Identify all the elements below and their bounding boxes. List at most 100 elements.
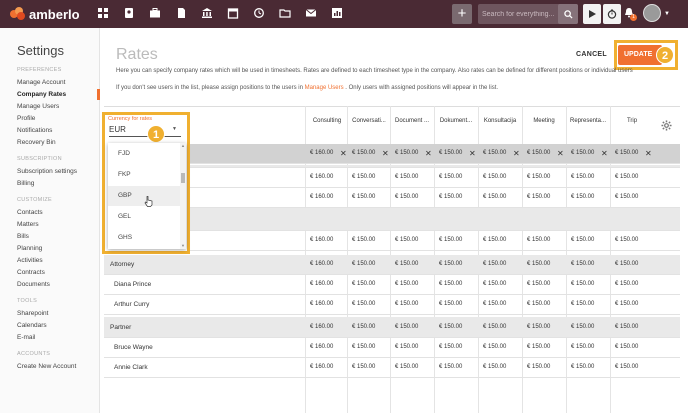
rate-cell[interactable]: € 150.00 <box>347 281 389 287</box>
scrollbar-track[interactable] <box>180 143 186 249</box>
sidebar-item-notifications[interactable]: Notifications <box>17 127 52 134</box>
folder-icon[interactable] <box>278 6 292 20</box>
sidebar-item-billing[interactable]: Billing <box>17 180 34 187</box>
rate-cell[interactable]: € 150.00 <box>610 237 652 243</box>
rate-cell[interactable]: € 150.00 <box>434 261 476 267</box>
rate-cell[interactable]: € 150.00 <box>390 301 432 307</box>
rate-cell[interactable]: € 150.00 <box>566 237 608 243</box>
rate-cell[interactable]: € 150.00 <box>610 194 652 200</box>
rate-cell[interactable]: € 150.00 <box>566 261 608 267</box>
currency-option[interactable]: GEL <box>118 213 131 220</box>
matters-icon[interactable] <box>148 6 162 20</box>
rate-cell[interactable]: € 160.00 <box>305 261 347 267</box>
rate-cell[interactable]: € 150.00 <box>434 194 476 200</box>
column-header[interactable]: Conversati... <box>348 118 390 124</box>
rate-cell[interactable]: € 150.00 <box>522 237 564 243</box>
rate-cell[interactable]: € 150.00 <box>390 364 432 370</box>
sidebar-item-documents[interactable]: Documents <box>17 281 50 288</box>
rate-cell[interactable]: € 150.00 <box>478 261 520 267</box>
rate-cell[interactable]: € 150.00 <box>566 324 608 330</box>
search-icon[interactable] <box>558 4 578 24</box>
rate-cell[interactable]: € 150.00 <box>390 237 432 243</box>
sidebar-item-contracts[interactable]: Contracts <box>17 269 45 276</box>
rate-cell[interactable]: € 150.00 <box>347 301 389 307</box>
rate-cell[interactable]: € 150.00 <box>610 174 652 180</box>
sidebar-item-subscription-settings[interactable]: Subscription settings <box>17 168 77 175</box>
rate-cell[interactable]: € 150.00 <box>478 281 520 287</box>
rate-cell[interactable]: € 150.00 <box>478 344 520 350</box>
currency-option[interactable]: GBP <box>118 192 132 199</box>
rate-cell[interactable]: € 150.00 <box>566 174 608 180</box>
rate-cell[interactable]: € 150.00 <box>478 364 520 370</box>
sidebar-item-sharepoint[interactable]: Sharepoint <box>17 310 48 317</box>
rate-cell[interactable]: € 150.00 <box>347 174 389 180</box>
rate-cell[interactable]: € 160.00 <box>305 364 347 370</box>
rate-cell[interactable]: € 150.00 <box>610 344 652 350</box>
rate-cell[interactable]: € 150.00 <box>434 281 476 287</box>
rate-cell[interactable]: € 150.00 <box>610 261 652 267</box>
rate-cell[interactable]: € 160.00 <box>305 237 347 243</box>
rate-cell[interactable]: € 150.00 <box>390 281 432 287</box>
rate-cell[interactable]: € 150.00 <box>566 194 608 200</box>
scroll-up-icon[interactable]: ▲ <box>181 143 185 148</box>
column-header[interactable]: Meeting <box>523 118 565 124</box>
search-input[interactable] <box>482 7 556 21</box>
rate-cell[interactable]: € 150.00 <box>478 324 520 330</box>
brand-logo[interactable]: amberlo <box>10 7 80 22</box>
sidebar-item-bills[interactable]: Bills <box>17 233 29 240</box>
sidebar-item-profile[interactable]: Profile <box>17 115 35 122</box>
remove-rate-icon[interactable]: ✕ <box>382 149 389 158</box>
dropdown-caret-icon[interactable]: ▼ <box>172 126 177 132</box>
rate-cell[interactable]: € 150.00 <box>347 364 389 370</box>
sidebar-item-planning[interactable]: Planning <box>17 245 42 252</box>
currency-option[interactable]: GHS <box>118 234 132 241</box>
rate-cell[interactable]: € 150.00 <box>347 344 389 350</box>
rate-cell[interactable]: € 150.00 <box>566 281 608 287</box>
rate-cell[interactable]: € 160.00 <box>305 174 347 180</box>
rate-cell[interactable]: € 150.00 <box>566 301 608 307</box>
rate-cell[interactable]: € 150.00 <box>522 261 564 267</box>
rate-cell[interactable]: € 150.00 <box>522 324 564 330</box>
sidebar-item-manage-users[interactable]: Manage Users <box>17 103 59 110</box>
remove-rate-icon[interactable]: ✕ <box>601 149 608 158</box>
chevron-down-icon[interactable]: ▼ <box>664 11 670 17</box>
remove-rate-icon[interactable]: ✕ <box>513 149 520 158</box>
rate-cell[interactable]: € 150.00 <box>434 324 476 330</box>
sidebar-item-create-new-account[interactable]: Create New Account <box>17 363 76 370</box>
stopwatch-icon[interactable] <box>603 4 621 24</box>
rate-cell[interactable]: € 160.00 <box>305 344 347 350</box>
rate-cell[interactable]: € 150.00 <box>390 324 432 330</box>
documents-icon[interactable] <box>174 6 188 20</box>
rate-cell[interactable]: € 150.00 <box>610 364 652 370</box>
rate-cell[interactable]: € 150.00 <box>478 237 520 243</box>
sidebar-item-contacts[interactable]: Contacts <box>17 209 43 216</box>
remove-rate-icon[interactable]: ✕ <box>645 149 652 158</box>
reports-icon[interactable] <box>330 6 344 20</box>
rate-cell[interactable]: € 150.00 <box>522 281 564 287</box>
rate-cell[interactable]: € 150.00 <box>347 237 389 243</box>
column-header[interactable]: Konsultacija <box>479 118 521 124</box>
calendar-icon[interactable] <box>226 6 240 20</box>
sidebar-item-matters[interactable]: Matters <box>17 221 39 228</box>
rate-cell[interactable]: € 150.00 <box>610 324 652 330</box>
rate-cell[interactable]: € 150.00 <box>610 281 652 287</box>
scrollbar-thumb[interactable] <box>181 173 185 183</box>
remove-rate-icon[interactable]: ✕ <box>557 149 564 158</box>
rate-cell[interactable]: € 150.00 <box>347 261 389 267</box>
manage-users-link[interactable]: Manage Users <box>305 85 344 91</box>
cancel-button[interactable]: CANCEL <box>576 51 607 58</box>
currency-select[interactable]: EUR <box>109 125 126 134</box>
rate-cell[interactable]: € 150.00 <box>566 344 608 350</box>
rate-cell[interactable]: € 150.00 <box>522 174 564 180</box>
mail-icon[interactable] <box>304 6 318 20</box>
rate-cell[interactable]: € 160.00 <box>305 324 347 330</box>
scroll-down-icon[interactable]: ▼ <box>181 243 185 248</box>
remove-rate-icon[interactable]: ✕ <box>425 149 432 158</box>
remove-rate-icon[interactable]: ✕ <box>469 149 476 158</box>
currency-option[interactable]: FJD <box>118 150 130 157</box>
rate-cell[interactable]: € 150.00 <box>478 301 520 307</box>
rate-cell[interactable]: € 150.00 <box>478 194 520 200</box>
remove-rate-icon[interactable]: ✕ <box>340 149 347 158</box>
sidebar-item-activities[interactable]: Activities <box>17 257 43 264</box>
rate-cell[interactable]: € 150.00 <box>390 261 432 267</box>
